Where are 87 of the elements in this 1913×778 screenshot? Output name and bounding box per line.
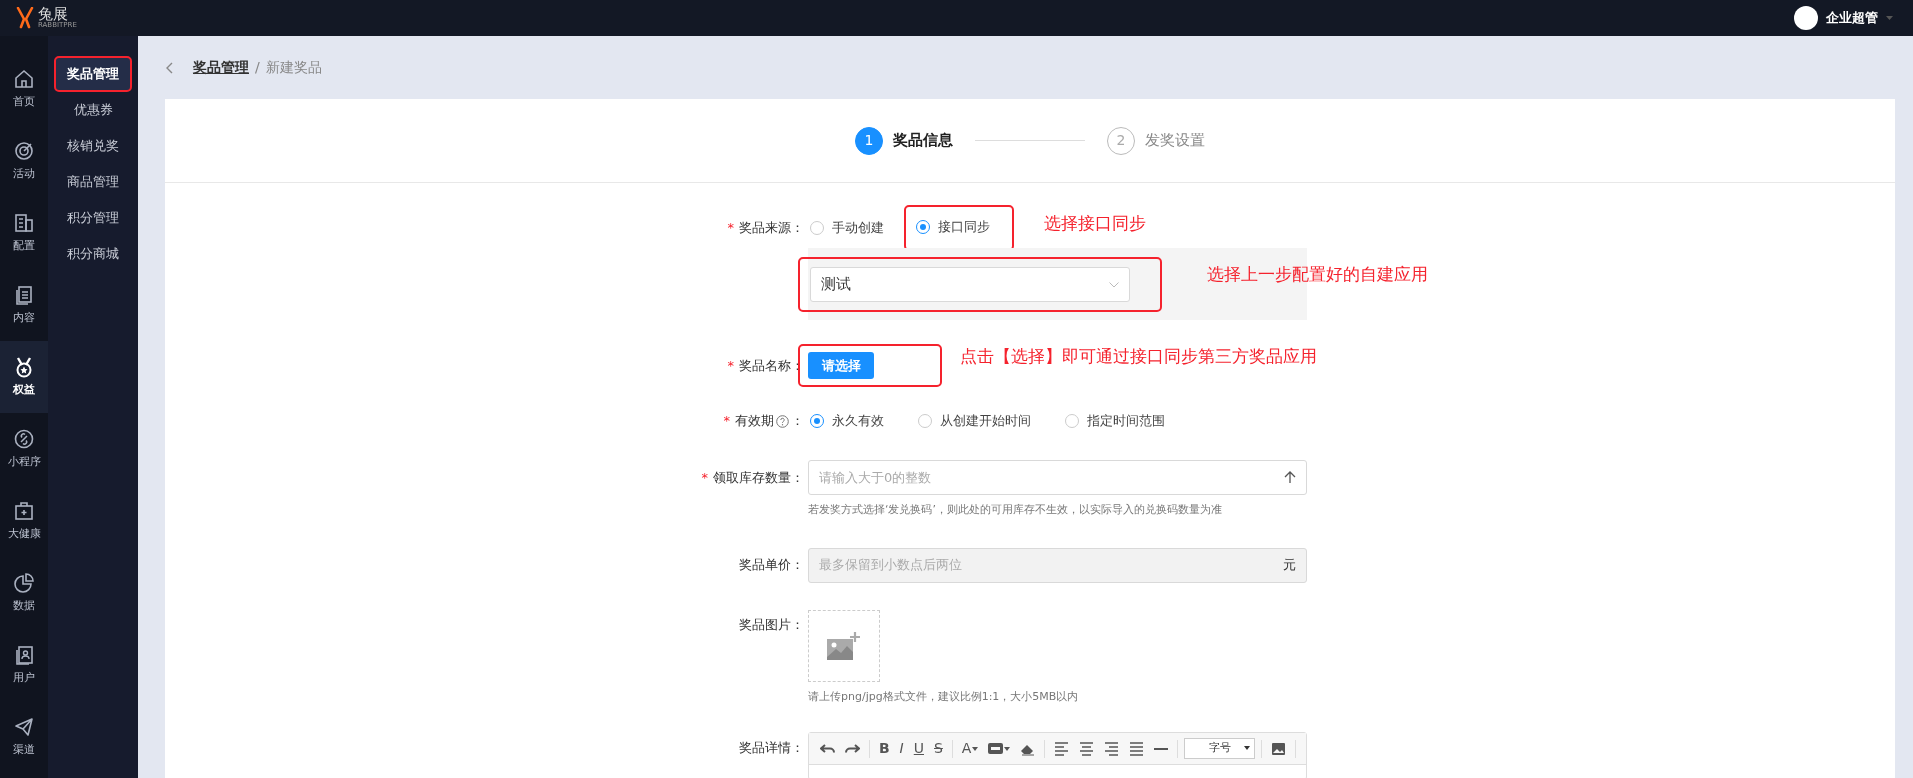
highlight-icon (988, 741, 1004, 756)
submenu-item[interactable]: 商品管理 (54, 164, 132, 200)
horizontal-rule-icon (1154, 747, 1169, 750)
required-mark: * (701, 468, 708, 487)
medical-kit-icon (13, 499, 35, 522)
step-number: 1 (855, 126, 883, 155)
radio-option[interactable]: 手动创建 (808, 216, 886, 240)
avatar (1794, 6, 1818, 30)
required-mark: * (727, 356, 734, 375)
breadcrumb-link[interactable]: 奖品管理 (193, 57, 249, 78)
link-circle-icon (13, 427, 35, 450)
nav-rail-item[interactable]: 权益 (0, 341, 48, 413)
annotation-text: 选择接口同步 (1044, 212, 1146, 236)
caret-icon (1886, 16, 1893, 20)
nav-rail-item[interactable]: 内容 (0, 269, 48, 341)
submenu-item[interactable]: 核销兑奖 (54, 128, 132, 164)
breadcrumb-current: 新建奖品 (265, 58, 322, 77)
chevron-down-icon (1109, 281, 1119, 288)
nav-rail-item[interactable]: 大健康 (0, 485, 48, 557)
submenu-item[interactable]: 积分管理 (54, 200, 132, 236)
radio-button[interactable] (810, 221, 824, 235)
pie-chart-icon (13, 571, 35, 594)
nav-rail-item[interactable]: 小程序 (0, 413, 48, 485)
annotation-text: 点击【选择】即可通过接口同步第三方奖品应用 (960, 345, 1317, 368)
image-icon (1271, 741, 1287, 756)
building-icon (13, 211, 35, 234)
upload-hint: 请上传png/jpg格式文件，建议比例1:1，大小5MB以内 (808, 688, 1079, 705)
nav-rail-item[interactable]: 数据 (0, 557, 48, 629)
breadcrumb-separator: / (255, 58, 260, 77)
radio-button[interactable] (916, 220, 930, 234)
field-label: 有效期 (735, 412, 774, 431)
annotation-text: 选择上一步配置好的自建应用 (1207, 263, 1428, 286)
caret-icon (972, 746, 979, 751)
field-hint: 若发奖方式选择‘发兑换码’，则此处的可用库存不生效，以实际导入的兑换码数量为准 (808, 502, 1223, 518)
field-label: 奖品来源： (739, 219, 804, 238)
user-name[interactable]: 企业超管 (1826, 8, 1878, 28)
home-icon (13, 67, 35, 90)
toolbar-button[interactable]: I (896, 737, 907, 760)
radio-button[interactable] (918, 414, 932, 428)
logo-text: 兔展 (38, 7, 68, 22)
nav-rail-item[interactable]: 渠道 (0, 701, 48, 773)
step-label: 奖品信息 (893, 130, 953, 152)
field-label: 奖品详情： (739, 739, 804, 758)
align-right-icon (1104, 741, 1120, 756)
toolbar-button[interactable]: A (958, 737, 982, 760)
radio-option[interactable]: 指定时间范围 (1063, 409, 1167, 433)
field-label: 领取库存数量： (713, 468, 804, 487)
radio-option[interactable]: 永久有效 (808, 409, 886, 433)
radio-option[interactable]: 从创建开始时间 (916, 409, 1033, 433)
field-label: 奖品名称： (739, 356, 804, 375)
nav-rail-item[interactable]: 活动 (0, 125, 48, 197)
label-colon: ： (791, 412, 804, 431)
submenu-item[interactable]: 积分商城 (54, 236, 132, 272)
unit-suffix: 元 (1283, 556, 1296, 575)
rabbit-logo-icon (16, 7, 34, 29)
field-label: 奖品单价： (739, 556, 804, 575)
paper-plane-icon (13, 715, 35, 738)
radio-button[interactable] (1065, 414, 1079, 428)
submenu-item[interactable]: 优惠券 (54, 92, 132, 128)
input-field: 最多保留到小数点后两位 元 (808, 547, 1307, 583)
nav-rail-item[interactable]: 首页 (0, 53, 48, 125)
toolbar-button[interactable]: B (875, 737, 893, 760)
redo-icon (845, 741, 860, 756)
align-left-icon (1054, 741, 1070, 756)
toolbar-button[interactable]: U (910, 737, 927, 760)
caret-icon (1244, 746, 1251, 750)
nav-rail-item[interactable]: 用户 (0, 629, 48, 701)
image-upload-area[interactable] (808, 609, 880, 682)
up-arrow-icon (1284, 471, 1296, 484)
required-mark: * (723, 412, 730, 431)
select-field[interactable]: 测试 (810, 267, 1130, 302)
add-image-icon (826, 630, 862, 661)
step-label: 发奖设置 (1145, 130, 1205, 152)
nav-rail-item[interactable]: 配置 (0, 197, 48, 269)
required-mark: * (727, 219, 734, 238)
caret-icon (1004, 746, 1011, 751)
justify-icon (1129, 741, 1145, 756)
font-size-dropdown[interactable]: 字号 (1184, 738, 1256, 759)
documents-icon (13, 283, 35, 306)
align-center-icon (1079, 741, 1095, 756)
target-icon (13, 139, 35, 162)
radio-button[interactable] (810, 414, 824, 428)
contact-card-icon (13, 643, 35, 666)
submenu-item[interactable]: 奖品管理 (54, 56, 132, 92)
undo-icon (820, 741, 835, 756)
toolbar-button[interactable]: S (931, 737, 946, 760)
field-label: 奖品图片： (739, 615, 804, 634)
